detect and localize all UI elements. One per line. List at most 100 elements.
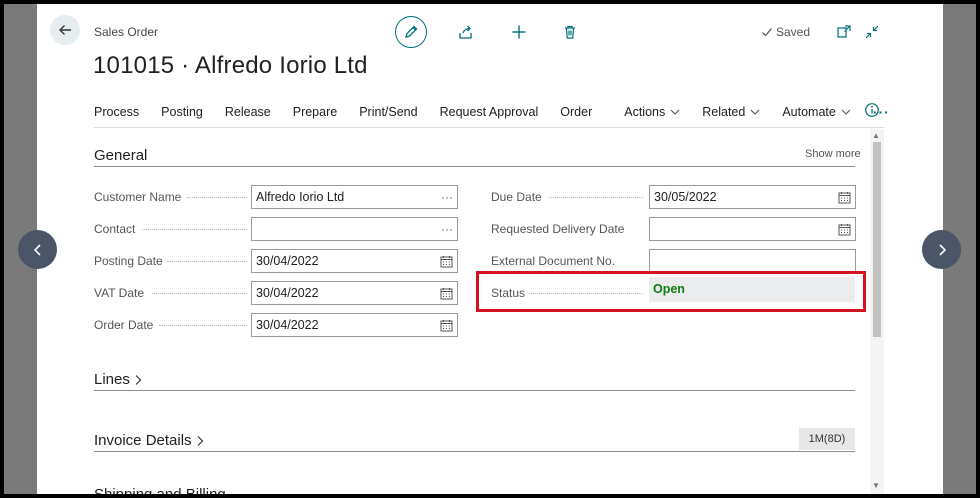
pencil-icon (405, 25, 418, 38)
new-button[interactable] (509, 22, 529, 42)
action-print-send[interactable]: Print/Send (359, 105, 417, 119)
info-icon (865, 103, 879, 117)
order-date-label: Order Date (94, 318, 154, 332)
requested-delivery-date-picker[interactable] (838, 223, 851, 236)
status-label: Status (491, 286, 526, 300)
customer-name-field[interactable]: Alfredo Iorio Ltd ··· (251, 185, 458, 209)
leader-dots (152, 293, 247, 294)
chevron-down-icon (750, 109, 760, 115)
share-icon (459, 25, 472, 39)
due-date-picker[interactable] (838, 191, 851, 204)
trash-icon (565, 25, 575, 39)
collapse-button[interactable] (862, 22, 882, 42)
menu-automate-label: Automate (782, 105, 836, 119)
menu-automate[interactable]: Automate (782, 105, 851, 119)
leader-dots (142, 229, 247, 230)
calendar-icon (440, 255, 453, 267)
menu-related[interactable]: Related (702, 105, 760, 119)
menu-actions-label: Actions (624, 105, 666, 119)
leader-dots (167, 261, 247, 262)
posting-date-label: Posting Date (94, 254, 163, 268)
due-date-label: Due Date (491, 190, 542, 204)
chevron-right-icon (197, 435, 203, 446)
invoice-details-section-header[interactable]: Invoice Details (94, 432, 205, 449)
leader-dots (549, 197, 644, 198)
requested-delivery-date-label: Requested Delivery Date (491, 222, 625, 236)
previous-record-button[interactable] (18, 230, 57, 269)
info-button[interactable] (864, 102, 880, 123)
saved-label: Saved (776, 25, 811, 39)
chevron-down-icon (841, 109, 851, 115)
status-value: Open (649, 277, 855, 302)
vat-date-value: 30/04/2022 (256, 286, 319, 300)
action-release[interactable]: Release (225, 105, 271, 119)
leader-dots (159, 325, 247, 326)
chevron-right-icon (938, 243, 946, 256)
calendar-icon (440, 287, 453, 299)
calendar-icon (838, 191, 851, 203)
action-request-approval[interactable]: Request Approval (440, 105, 539, 119)
next-record-button[interactable] (922, 230, 961, 269)
requested-delivery-date-field[interactable] (649, 217, 856, 241)
leader-dots (529, 293, 644, 294)
lines-section-header[interactable]: Lines (94, 371, 143, 388)
contact-label: Contact (94, 222, 136, 236)
customer-name-value: Alfredo Iorio Ltd (256, 190, 345, 204)
action-posting[interactable]: Posting (161, 105, 203, 119)
page-title: 101015 · Alfredo Iorio Ltd (93, 52, 368, 79)
lines-section-title: Lines (94, 371, 130, 388)
invoice-details-title: Invoice Details (94, 432, 192, 449)
saved-indicator: Saved (761, 25, 810, 39)
general-section-divider (94, 166, 855, 167)
show-more-link[interactable]: Show more (805, 148, 861, 160)
lines-section-divider (94, 390, 855, 391)
order-date-value: 30/04/2022 (256, 318, 319, 332)
chevron-left-icon (33, 243, 41, 256)
calendar-icon (838, 223, 851, 235)
shipping-section-header[interactable]: Shipping and Billing (94, 486, 226, 494)
scroll-down-arrow-icon[interactable]: ▼ (872, 481, 880, 490)
external-document-no-label: External Document No. (491, 254, 616, 268)
vat-date-field[interactable]: 30/04/2022 (251, 281, 458, 305)
vat-date-picker[interactable] (440, 287, 453, 300)
general-section-header[interactable]: General (94, 147, 147, 164)
share-button[interactable] (456, 22, 476, 42)
sales-order-card: Sales Order 101015 · Alfredo Iorio Ltd S… (37, 4, 943, 494)
customer-name-label: Customer Name (94, 190, 182, 204)
back-arrow-icon (59, 25, 71, 35)
customer-name-lookup-button[interactable]: ··· (441, 190, 453, 204)
calendar-icon (440, 319, 453, 331)
open-new-window-button[interactable] (834, 22, 854, 42)
scroll-up-arrow-icon[interactable]: ▲ (872, 131, 880, 140)
due-date-field[interactable]: 30/05/2022 (649, 185, 856, 209)
menu-actions[interactable]: Actions (624, 105, 680, 119)
page-frame: Sales Order 101015 · Alfredo Iorio Ltd S… (4, 4, 976, 494)
action-prepare[interactable]: Prepare (293, 105, 337, 119)
contact-field[interactable]: ··· (251, 217, 458, 241)
invoice-details-divider (94, 451, 855, 452)
order-date-picker[interactable] (440, 319, 453, 332)
plus-icon (512, 25, 526, 39)
action-order[interactable]: Order (560, 105, 592, 119)
scrollbar-thumb[interactable] (873, 142, 881, 337)
page-kind-caption: Sales Order (94, 25, 159, 39)
open-new-window-icon (837, 25, 851, 38)
posting-date-picker[interactable] (440, 255, 453, 268)
due-date-value: 30/05/2022 (654, 190, 717, 204)
action-process[interactable]: Process (94, 105, 139, 119)
leader-dots (187, 197, 247, 198)
chevron-right-icon (135, 374, 142, 385)
posting-date-value: 30/04/2022 (256, 254, 319, 268)
delete-button[interactable] (560, 22, 580, 42)
menu-related-label: Related (702, 105, 746, 119)
vat-date-label: VAT Date (94, 286, 145, 300)
external-document-no-field[interactable] (649, 249, 856, 273)
back-button[interactable] (50, 15, 80, 45)
checkmark-icon (762, 28, 772, 37)
collapse-icon (865, 25, 879, 39)
edit-button[interactable] (395, 16, 427, 48)
posting-date-field[interactable]: 30/04/2022 (251, 249, 458, 273)
chevron-down-icon (670, 109, 680, 115)
order-date-field[interactable]: 30/04/2022 (251, 313, 458, 337)
contact-lookup-button[interactable]: ··· (441, 222, 453, 236)
